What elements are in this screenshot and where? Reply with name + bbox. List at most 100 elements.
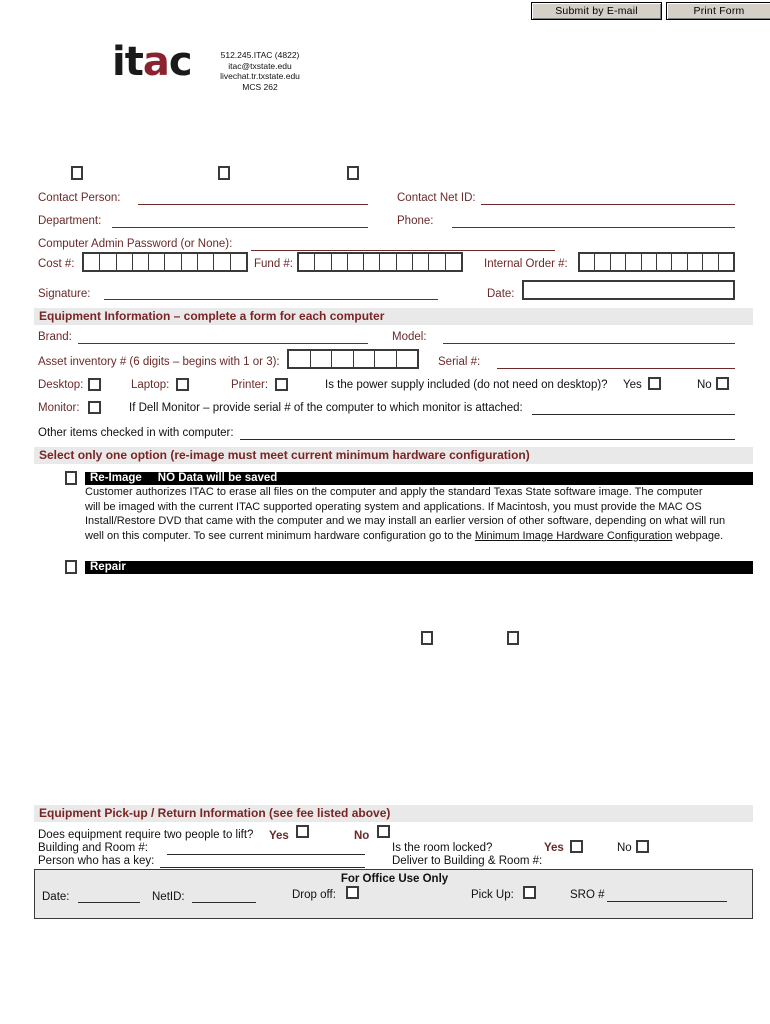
office-sro-input[interactable]	[607, 901, 727, 902]
department-input[interactable]	[112, 227, 368, 228]
comb-cell[interactable]	[231, 254, 246, 270]
comb-cell[interactable]	[397, 351, 418, 367]
comb-cell[interactable]	[332, 351, 354, 367]
office-dropoff-checkbox[interactable]	[346, 886, 359, 899]
comb-cell[interactable]	[149, 254, 166, 270]
repair-header-bar: Repair	[85, 561, 753, 574]
select-option-section-header: Select only one option (re-image must me…	[34, 447, 753, 464]
contact-person-label: Contact Person:	[38, 192, 121, 204]
signature-date-label: Date:	[487, 288, 515, 300]
office-netid-input[interactable]	[192, 902, 256, 903]
comb-cell[interactable]	[332, 254, 348, 270]
comb-cell[interactable]	[397, 254, 414, 270]
comb-cell[interactable]	[375, 351, 397, 367]
dell-monitor-serial-input[interactable]	[532, 414, 735, 415]
signature-input[interactable]	[104, 299, 438, 300]
laptop-checkbox[interactable]	[176, 378, 189, 391]
serial-number-input[interactable]	[497, 368, 735, 369]
comb-cell[interactable]	[611, 254, 627, 270]
office-date-input[interactable]	[78, 902, 140, 903]
two-people-yes-checkbox[interactable]	[296, 825, 309, 838]
two-people-no-checkbox[interactable]	[377, 825, 390, 838]
reimage-checkbox[interactable]	[65, 471, 77, 485]
comb-cell[interactable]	[719, 254, 733, 270]
contact-netid-input[interactable]	[481, 204, 735, 205]
room-locked-no-checkbox[interactable]	[636, 840, 649, 853]
top-option-checkbox-2[interactable]	[218, 166, 230, 180]
comb-cell[interactable]	[198, 254, 215, 270]
comb-cell[interactable]	[311, 351, 332, 367]
building-room-label: Building and Room #:	[38, 842, 148, 854]
room-locked-yes-checkbox[interactable]	[570, 840, 583, 853]
comb-cell[interactable]	[315, 254, 332, 270]
comb-cell[interactable]	[688, 254, 704, 270]
contact-person-input[interactable]	[138, 204, 368, 205]
comb-cell[interactable]	[672, 254, 688, 270]
internal-order-comb[interactable]	[578, 252, 735, 272]
itac-room: MCS 262	[242, 81, 278, 92]
office-pickup-checkbox[interactable]	[523, 886, 536, 899]
top-option-checkbox-3[interactable]	[347, 166, 359, 180]
reimage-description: Customer authorizes ITAC to erase all fi…	[85, 485, 753, 543]
comb-cell[interactable]	[165, 254, 182, 270]
power-supply-yes-checkbox[interactable]	[648, 377, 661, 390]
comb-cell[interactable]	[364, 254, 381, 270]
cost-number-comb[interactable]	[82, 252, 248, 272]
comb-cell[interactable]	[595, 254, 611, 270]
monitor-label: Monitor:	[38, 402, 80, 414]
comb-cell[interactable]	[413, 254, 430, 270]
repair-checkbox[interactable]	[65, 560, 77, 574]
office-sro-label: SRO #	[570, 889, 605, 901]
comb-cell[interactable]	[580, 254, 596, 270]
department-label: Department:	[38, 215, 102, 227]
power-supply-no-checkbox[interactable]	[716, 377, 729, 390]
comb-cell[interactable]	[642, 254, 658, 270]
comb-cell[interactable]	[117, 254, 133, 270]
room-locked-no-label: No	[617, 842, 632, 854]
comb-cell[interactable]	[348, 254, 365, 270]
admin-password-input[interactable]	[251, 250, 555, 251]
comb-cell[interactable]	[182, 254, 199, 270]
serial-number-label: Serial #:	[438, 356, 481, 368]
model-input[interactable]	[443, 343, 735, 344]
building-room-input[interactable]	[167, 854, 365, 855]
minimum-image-hardware-link[interactable]: Minimum Image Hardware Configuration	[475, 530, 672, 542]
comb-cell[interactable]	[657, 254, 673, 270]
repair-option-checkbox-1[interactable]	[421, 631, 433, 645]
submit-by-email-button[interactable]: Submit by E-mail	[531, 2, 662, 20]
pickup-section-header: Equipment Pick-up / Return Information (…	[34, 805, 753, 822]
repair-option-checkbox-2[interactable]	[507, 631, 519, 645]
top-option-checkbox-1[interactable]	[71, 166, 83, 180]
room-locked-question: Is the room locked?	[392, 842, 493, 854]
itac-phone: 512.245.ITAC (4822)	[220, 50, 300, 60]
brand-input[interactable]	[78, 343, 368, 344]
printer-checkbox[interactable]	[275, 378, 288, 391]
office-pickup-label: Pick Up:	[471, 889, 514, 901]
comb-cell[interactable]	[133, 254, 150, 270]
signature-date-input[interactable]	[522, 280, 735, 300]
model-label: Model:	[392, 331, 427, 343]
asset-inventory-comb[interactable]	[287, 349, 419, 369]
comb-cell[interactable]	[84, 254, 101, 270]
comb-cell[interactable]	[354, 351, 375, 367]
admin-password-label: Computer Admin Password (or None):	[38, 238, 233, 250]
comb-cell[interactable]	[380, 254, 397, 270]
comb-cell[interactable]	[429, 254, 446, 270]
print-form-button[interactable]: Print Form	[666, 2, 770, 20]
comb-cell[interactable]	[100, 254, 117, 270]
comb-cell[interactable]	[703, 254, 719, 270]
other-items-input[interactable]	[240, 439, 735, 440]
desktop-checkbox[interactable]	[88, 378, 101, 391]
contact-netid-label: Contact Net ID:	[397, 192, 476, 204]
comb-cell[interactable]	[299, 254, 316, 270]
comb-cell[interactable]	[626, 254, 642, 270]
cost-number-label: Cost #:	[38, 258, 75, 270]
fund-number-comb[interactable]	[297, 252, 463, 272]
comb-cell[interactable]	[446, 254, 461, 270]
phone-input[interactable]	[452, 227, 735, 228]
comb-cell[interactable]	[214, 254, 231, 270]
comb-cell[interactable]	[289, 351, 311, 367]
office-use-title: For Office Use Only	[340, 873, 449, 885]
key-person-input[interactable]	[160, 867, 365, 868]
monitor-checkbox[interactable]	[88, 401, 101, 414]
